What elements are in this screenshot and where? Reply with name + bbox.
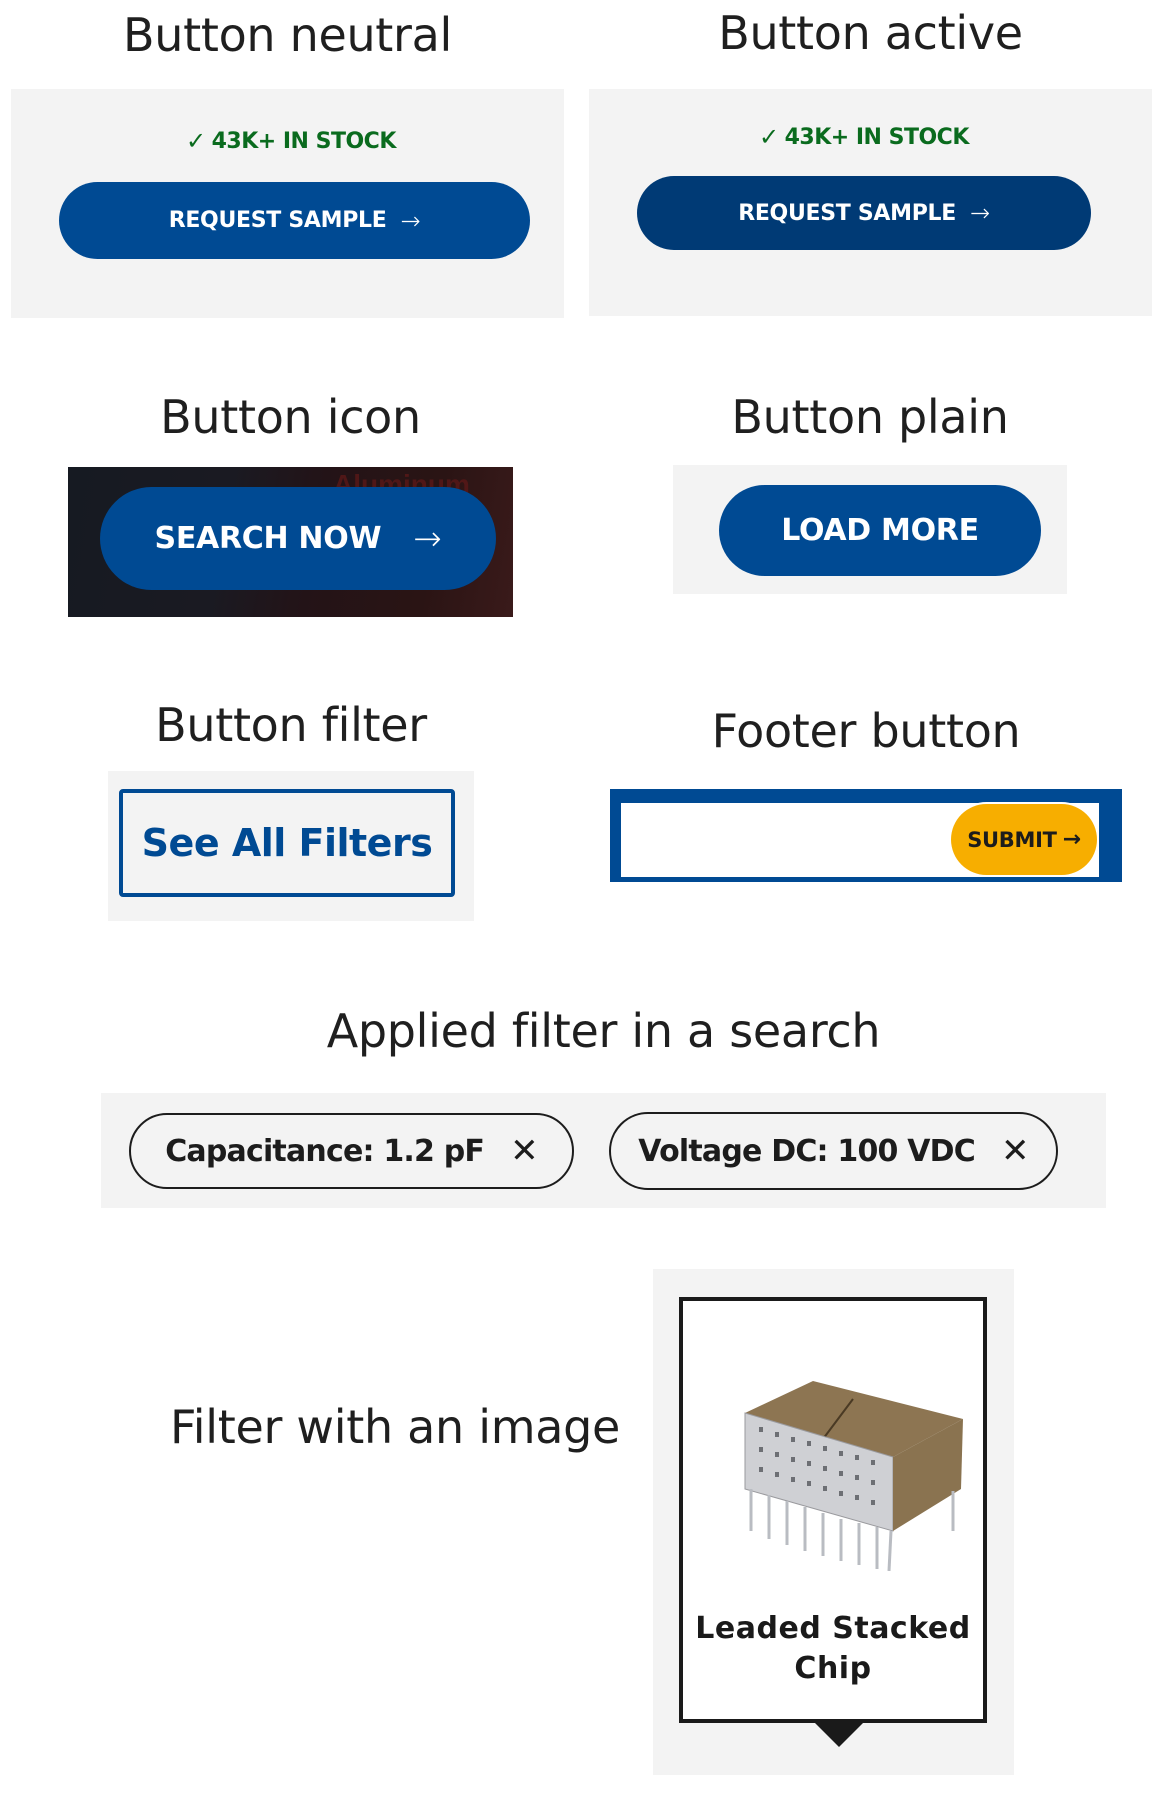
heading-button-neutral: Button neutral — [122, 8, 453, 62]
button-label: SEARCH NOW — [154, 521, 382, 556]
heading-button-icon: Button icon — [160, 390, 421, 444]
check-icon: ✓ — [759, 123, 779, 151]
chip-label: Voltage DC: 100 VDC — [638, 1133, 975, 1169]
heading-footer-button: Footer button — [711, 704, 1021, 758]
footer-signup-bar: SUBMIT → — [610, 789, 1122, 882]
leaded-stacked-chip-image — [744, 1381, 963, 1571]
heading-applied-filter: Applied filter in a search — [326, 1004, 881, 1058]
neutral-panel: ✓ 43K+ IN STOCK REQUEST SAMPLE → — [11, 89, 564, 318]
applied-filters-panel: Capacitance: 1.2 pF ✕ Voltage DC: 100 VD… — [101, 1093, 1106, 1208]
stock-text: 43K+ IN STOCK — [211, 128, 397, 154]
heading-filter-with-image: Filter with an image — [169, 1400, 620, 1454]
stock-status: ✓ 43K+ IN STOCK — [759, 123, 969, 151]
arrow-right-icon: → — [413, 518, 442, 559]
arrow-right-icon: → — [1062, 827, 1081, 852]
search-hero-image: Aluminum SEARCH NOW → — [68, 467, 513, 617]
submit-button[interactable]: SUBMIT → — [951, 804, 1097, 875]
heading-button-plain: Button plain — [731, 390, 1009, 444]
close-icon[interactable]: ✕ — [1001, 1131, 1029, 1171]
image-filter-panel: Leaded Stacked Chip — [653, 1269, 1014, 1775]
card-label-line1: Leaded Stacked — [695, 1611, 971, 1646]
see-all-filters-button[interactable]: See All Filters — [119, 789, 455, 897]
chip-label: Capacitance: 1.2 pF — [165, 1133, 485, 1169]
request-sample-button[interactable]: REQUEST SAMPLE → — [59, 182, 530, 259]
button-label: SUBMIT — [967, 827, 1057, 852]
caret-down-icon — [815, 1723, 863, 1747]
button-label: See All Filters — [141, 821, 433, 865]
stock-text: 43K+ IN STOCK — [784, 124, 970, 150]
request-sample-button-active[interactable]: REQUEST SAMPLE → — [637, 176, 1091, 250]
button-label: REQUEST SAMPLE — [168, 208, 387, 233]
search-now-button[interactable]: SEARCH NOW → — [100, 487, 496, 590]
stock-status: ✓ 43K+ IN STOCK — [186, 127, 396, 155]
button-label: REQUEST SAMPLE — [738, 200, 956, 226]
arrow-right-icon: → — [970, 199, 990, 227]
filter-panel: See All Filters — [108, 771, 474, 921]
arrow-right-icon: → — [400, 206, 421, 235]
load-more-button[interactable]: LOAD MORE — [719, 485, 1041, 576]
button-label: LOAD MORE — [781, 513, 979, 548]
applied-filter-chip[interactable]: Capacitance: 1.2 pF ✕ — [129, 1113, 574, 1189]
card-label: Leaded Stacked Chip — [683, 1609, 983, 1689]
product-type-card[interactable]: Leaded Stacked Chip — [679, 1297, 987, 1723]
heading-button-filter: Button filter — [155, 698, 427, 752]
heading-button-active: Button active — [718, 6, 1023, 60]
active-panel: ✓ 43K+ IN STOCK REQUEST SAMPLE → — [589, 89, 1152, 316]
applied-filter-chip[interactable]: Voltage DC: 100 VDC ✕ — [609, 1112, 1058, 1190]
plain-panel: LOAD MORE — [673, 465, 1067, 594]
check-icon: ✓ — [186, 127, 206, 155]
close-icon[interactable]: ✕ — [510, 1131, 538, 1171]
card-label-line2: Chip — [794, 1651, 872, 1686]
